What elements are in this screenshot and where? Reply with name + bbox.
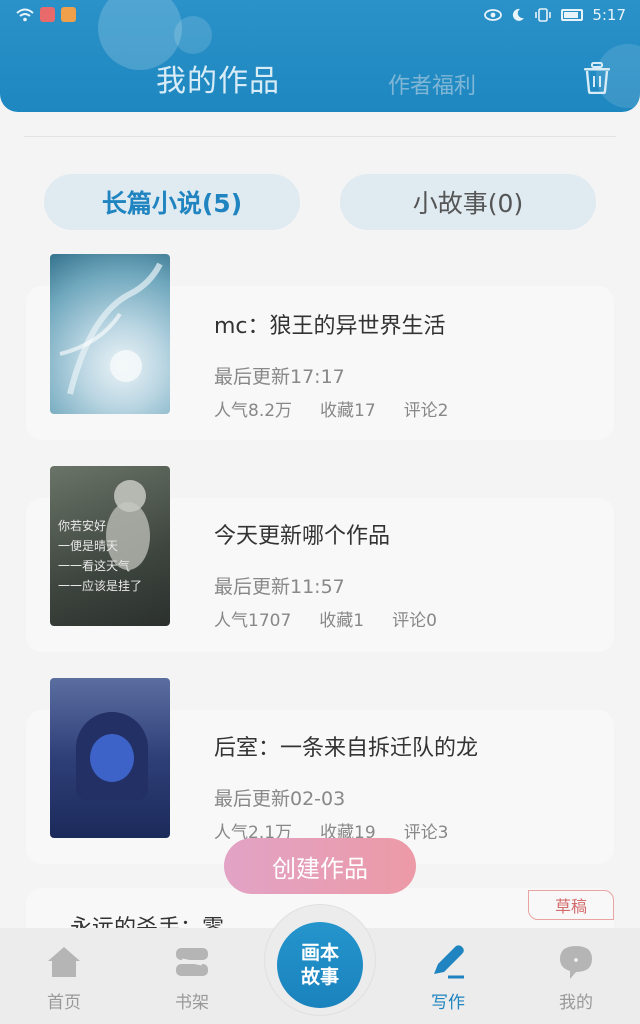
work-updated: 最后更新02-03: [214, 788, 346, 810]
chat-bubble-icon: [560, 946, 592, 979]
work-title[interactable]: 后室：一条来自拆迁队的龙: [214, 730, 478, 762]
hooded-face: [90, 734, 134, 782]
popularity: 人气1707: [214, 611, 292, 631]
header: 5:17 我的作品 作者福利: [0, 0, 640, 112]
comments: 评论0: [392, 611, 437, 631]
moon-icon: [513, 8, 525, 21]
favorites: 收藏17: [320, 401, 376, 421]
popularity: 人气8.2万: [214, 401, 293, 421]
work-stats: 人气1707 收藏1 评论0: [214, 606, 437, 631]
app-notification-icon: [40, 7, 55, 22]
cover-poem-line: 一一看这天气: [58, 559, 131, 573]
eye-icon: [484, 9, 503, 21]
video-app-icon: [61, 7, 76, 22]
picture-story-button[interactable]: 画本 故事: [277, 922, 363, 1008]
status-time: 5:17: [592, 6, 626, 24]
status-left: [16, 7, 76, 22]
tab-author-welfare[interactable]: 作者福利: [388, 68, 476, 100]
nav-shelf[interactable]: 书架: [152, 942, 232, 1013]
home-icon: [48, 947, 80, 977]
picture-story-line2: 故事: [300, 966, 339, 988]
nav-write[interactable]: 写作: [408, 942, 488, 1013]
tab-my-works[interactable]: 我的作品: [156, 56, 280, 100]
cover-poem: 你若安好 一便是晴天 一一看这天气 一一应该是挂了: [58, 516, 142, 596]
nav-shelf-label: 书架: [175, 993, 209, 1013]
cover-poem-line: 你若安好: [58, 519, 107, 533]
segment-novel[interactable]: 长篇小说(5): [44, 174, 300, 230]
favorites: 收藏1: [319, 611, 365, 631]
segment-story[interactable]: 小故事(0): [340, 174, 596, 230]
nav-write-label: 写作: [431, 993, 465, 1013]
work-updated: 最后更新17:17: [214, 366, 345, 388]
status-right: 5:17: [484, 6, 626, 24]
cover-poem-line: 一便是晴天: [58, 539, 119, 553]
draft-badge: 草稿: [528, 890, 614, 920]
comments: 评论3: [403, 823, 449, 843]
work-stats: 人气8.2万 收藏17 评论2: [214, 396, 449, 421]
wolf-illustration: [59, 262, 163, 395]
vibrate-icon: [535, 8, 552, 22]
nav-mine[interactable]: 我的: [536, 942, 616, 1013]
book-cover[interactable]: 你若安好 一便是晴天 一一看这天气 一一应该是挂了: [50, 466, 170, 626]
cover-poem-line: 一一应该是挂了: [58, 579, 143, 593]
nav-home-label: 首页: [47, 993, 81, 1013]
nav-mine-label: 我的: [559, 993, 593, 1013]
status-bar: 5:17: [0, 0, 640, 32]
trash-icon[interactable]: [582, 62, 612, 94]
wifi-icon: [16, 8, 34, 21]
work-title[interactable]: 今天更新哪个作品: [214, 518, 390, 550]
book-cover[interactable]: [50, 254, 170, 414]
nav-home[interactable]: 首页: [24, 942, 104, 1013]
work-updated: 最后更新11:57: [214, 576, 345, 598]
work-title[interactable]: mc：狼王的异世界生活: [214, 308, 446, 340]
picture-story-line1: 画本: [300, 942, 339, 964]
pen-icon: [434, 945, 464, 979]
bookshelf-icon: [176, 948, 208, 976]
book-cover[interactable]: [50, 678, 170, 838]
divider: [24, 136, 616, 137]
comments: 评论2: [403, 401, 449, 421]
battery-icon: [561, 9, 584, 21]
create-work-button[interactable]: 创建作品: [224, 838, 416, 894]
